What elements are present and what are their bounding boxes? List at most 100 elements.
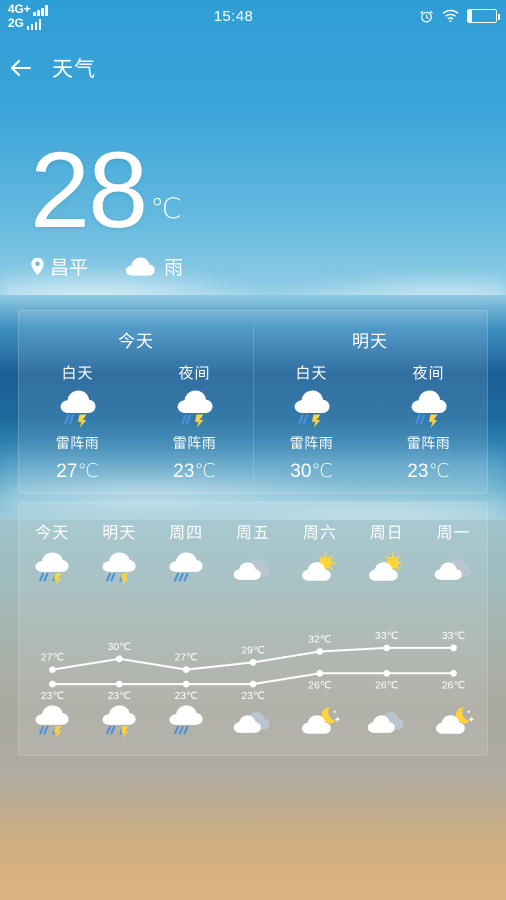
today-tomorrow-columns: 今天 白天 雷阵雨 27℃ 夜间 雷阵雨 23℃ 明天 白天 雷阵雨 30℃ 夜…: [19, 311, 487, 493]
week-day-cell[interactable]: 周一: [420, 519, 487, 543]
week-day-cell[interactable]: 周四: [153, 519, 220, 543]
week-night-icons: [19, 703, 487, 741]
today-title: 今天: [118, 332, 154, 351]
sand-layer: [0, 770, 506, 900]
chart-point: [182, 680, 190, 688]
week-night-icon-cell: [19, 703, 86, 741]
back-button[interactable]: [0, 58, 42, 78]
rain-icon: [153, 550, 220, 588]
chart-point-label: 23℃: [41, 691, 64, 702]
tomorrow-periods: 白天 雷阵雨 30℃ 夜间 雷阵雨 23℃: [253, 362, 487, 483]
back-arrow-icon: [11, 60, 31, 76]
temperature-chart: 27℃ 30℃ 27℃ 29℃ 32℃ 33℃ 33℃ 23℃ 23℃ 23℃ 23℃ 26℃ 26℃…: [19, 609, 487, 715]
chart-point: [49, 666, 56, 673]
chart-point-label: 30℃: [108, 642, 131, 653]
chart-point-label: 29℃: [241, 645, 264, 656]
status-bar-right: [419, 9, 506, 24]
week-day-icons: [19, 550, 487, 588]
period-label: 白天: [295, 365, 328, 382]
sim2-network-label: 2G: [8, 16, 24, 31]
partly-moon-icon: [286, 703, 353, 741]
week-day-cell[interactable]: 周日: [353, 519, 420, 543]
cloud-icon: [125, 257, 155, 276]
sim1-network-label: 4G+: [8, 2, 31, 17]
week-day-icon-cell: [286, 550, 353, 588]
chart-point: [450, 644, 457, 652]
temperature-unit: ℃: [150, 193, 182, 224]
week-forecast-card[interactable]: 今天 明天 周四 周五 周六 周日 周一 27℃ 30℃ 27℃ 29℃ 32℃…: [18, 502, 488, 756]
today-day-period[interactable]: 白天 雷阵雨 27℃: [19, 362, 136, 483]
chart-point: [316, 648, 324, 655]
period-condition: 雷阵雨: [172, 435, 217, 451]
period-condition: 雷阵雨: [289, 435, 334, 451]
week-day-cell[interactable]: 周五: [220, 519, 287, 543]
chart-point: [182, 666, 190, 673]
week-night-icon-cell: [286, 703, 353, 741]
current-temperature: 28: [30, 129, 148, 250]
period-label: 夜间: [412, 365, 445, 382]
chart-point-label: 23℃: [108, 691, 131, 702]
week-day-cell[interactable]: 周六: [286, 519, 353, 543]
tomorrow-night-period[interactable]: 夜间 雷阵雨 23℃: [370, 362, 487, 483]
thunderstorm-icon: [86, 550, 153, 588]
chart-point-label: 26℃: [308, 680, 331, 691]
cloudy-icon: [420, 550, 487, 588]
partly-moon-icon: [420, 703, 487, 741]
chart-point: [115, 655, 123, 663]
today-night-period[interactable]: 夜间 雷阵雨 23℃: [136, 362, 253, 483]
location-pin-icon: [31, 258, 44, 276]
battery-icon: [467, 9, 500, 23]
cloudy-icon: [220, 550, 287, 588]
sim1-indicator: 4G+: [8, 2, 48, 16]
city-name: 昌平: [50, 258, 89, 280]
chart-point: [316, 669, 324, 677]
week-night-icon-cell: [353, 703, 420, 741]
period-temperature: 30℃: [290, 461, 333, 482]
chart-point: [383, 669, 391, 677]
current-weather: 28 ℃ 昌平 雨: [30, 129, 183, 280]
status-bar-left: 4G+ 2G: [0, 2, 48, 30]
chart-point-label: 23℃: [241, 691, 264, 702]
chart-point: [383, 644, 391, 652]
period-label: 夜间: [178, 365, 211, 382]
week-day-label: 周五: [236, 525, 271, 542]
chart-point-label: 32℃: [308, 634, 331, 645]
week-night-icon-cell: [220, 703, 287, 741]
week-day-label: 周一: [436, 525, 471, 542]
chart-point-label: 27℃: [41, 653, 64, 664]
week-day-cell[interactable]: 今天: [19, 519, 86, 543]
week-day-label: 明天: [102, 525, 137, 542]
week-day-label: 今天: [35, 525, 70, 542]
week-day-label: 周日: [369, 525, 404, 542]
tomorrow-title: 明天: [352, 332, 388, 351]
week-day-labels: 今天 明天 周四 周五 周六 周日 周一: [19, 503, 487, 543]
period-temperature: 23℃: [407, 461, 450, 482]
partly-sunny-icon: [286, 550, 353, 588]
wifi-icon: [442, 9, 459, 23]
cloudy-night-icon: [353, 703, 420, 741]
current-meta-row: 昌平 雨: [30, 253, 183, 280]
current-temperature-row: 28 ℃: [30, 129, 183, 250]
app-bar: 天气: [0, 46, 506, 90]
temperature-chart-svg: 27℃ 30℃ 27℃ 29℃ 32℃ 33℃ 33℃ 23℃ 23℃ 23℃ 23℃ 26℃ 26℃…: [41, 631, 465, 702]
thunderstorm-night-icon: [19, 703, 86, 741]
period-label: 白天: [61, 365, 94, 382]
week-day-icon-cell: [420, 550, 487, 588]
sim2-indicator: 2G: [8, 16, 48, 30]
location[interactable]: 昌平: [30, 253, 88, 280]
condition-text: 雨: [164, 258, 184, 280]
week-day-label: 周四: [169, 525, 204, 542]
week-day-cell[interactable]: 明天: [86, 519, 153, 543]
tomorrow-day-period[interactable]: 白天 雷阵雨 30℃: [253, 362, 370, 483]
week-day-icon-cell: [353, 550, 420, 588]
chart-point-label: 33℃: [375, 631, 398, 642]
thunderstorm-night-icon: [86, 703, 153, 741]
week-day-icon-cell: [19, 550, 86, 588]
chart-point-label: 33℃: [442, 631, 465, 642]
today-tomorrow-card[interactable]: 今天 白天 雷阵雨 27℃ 夜间 雷阵雨 23℃ 明天 白天 雷阵雨 30℃ 夜…: [18, 310, 488, 494]
week-day-icon-cell: [86, 550, 153, 588]
chart-point-label: 27℃: [175, 653, 198, 664]
chart-point: [249, 659, 257, 666]
chart-point-label: 26℃: [442, 680, 465, 691]
tomorrow-section: 明天 白天 雷阵雨 30℃ 夜间 雷阵雨 23℃: [253, 311, 487, 493]
